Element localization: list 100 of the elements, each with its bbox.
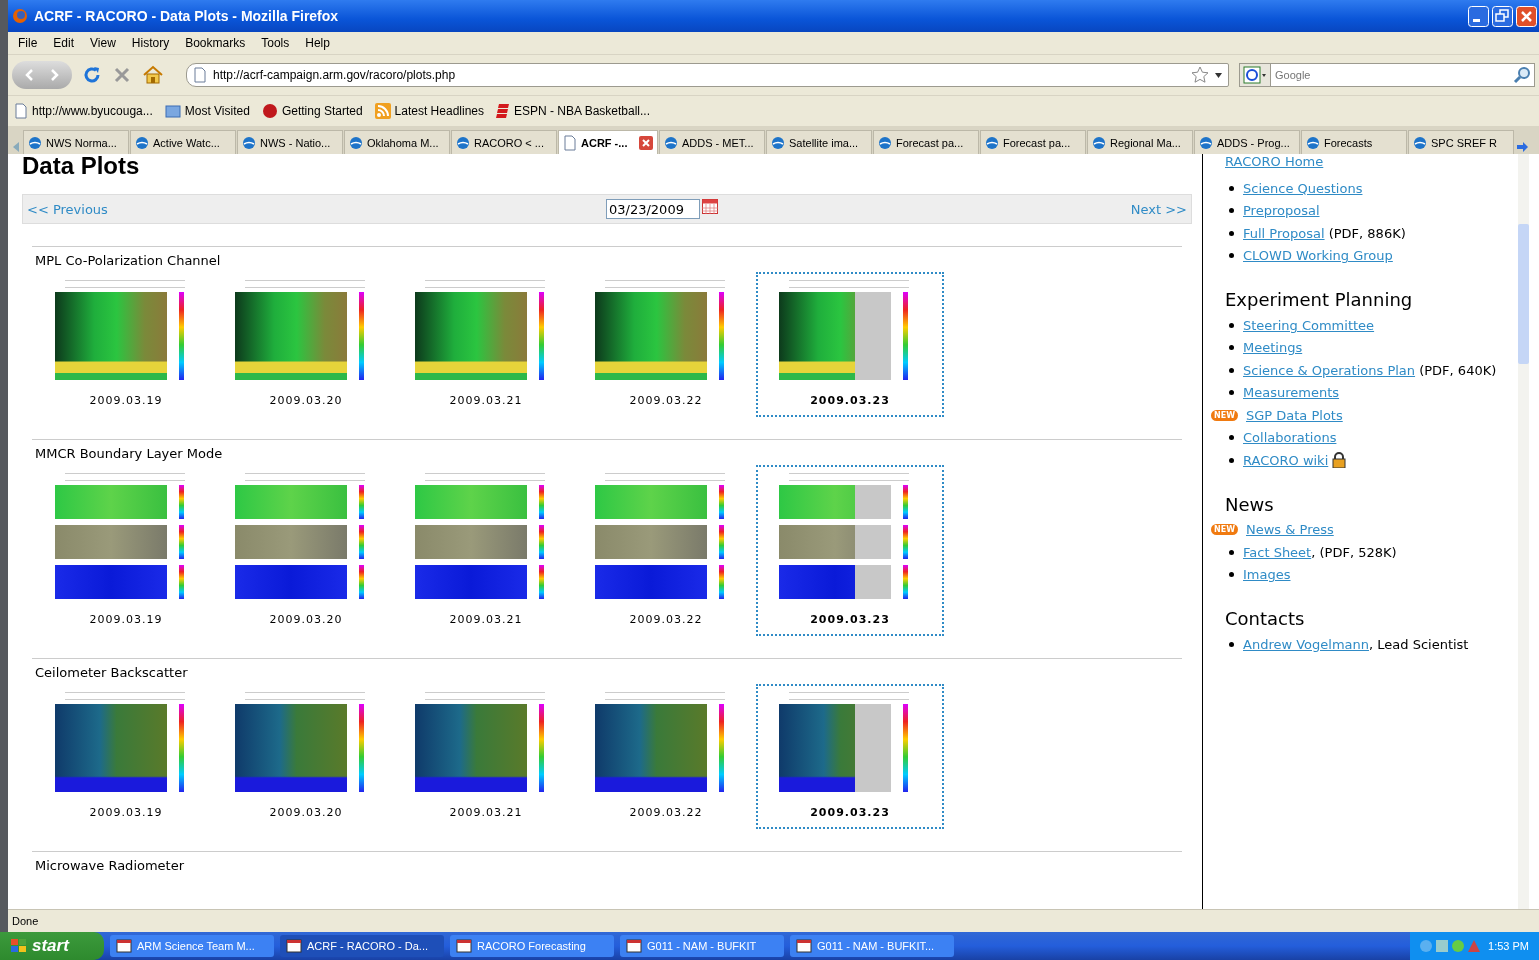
- start-button[interactable]: start: [0, 932, 104, 960]
- sidebar-link[interactable]: Preproposal: [1243, 203, 1320, 219]
- link-note: (PDF, 886K): [1327, 225, 1406, 241]
- browser-logo-icon: [12, 8, 28, 24]
- star-icon[interactable]: [1191, 66, 1209, 84]
- restore-icon[interactable]: [1492, 5, 1513, 27]
- bullet-icon: [1229, 549, 1234, 555]
- date-field[interactable]: 03/23/2009: [606, 199, 700, 219]
- sidebar-link[interactable]: SGP Data Plots: [1246, 407, 1343, 423]
- search-field[interactable]: Google: [1270, 63, 1535, 87]
- calendar-icon[interactable]: [702, 199, 718, 214]
- plot-date: 2009.03.23: [810, 613, 890, 626]
- tab[interactable]: Regional Ma...: [1087, 130, 1193, 154]
- sidebar-link[interactable]: RACORO wiki: [1243, 452, 1329, 468]
- window-icon: [286, 938, 302, 954]
- tab[interactable]: Forecasts: [1301, 130, 1407, 154]
- menu-item[interactable]: Edit: [45, 34, 83, 52]
- section-title: Ceilometer Backscatter: [34, 664, 189, 682]
- plot-date: 2009.03.23: [810, 394, 890, 407]
- tab[interactable]: ADDS - MET...: [659, 130, 765, 154]
- bookmark[interactable]: ESPN - NBA Basketball...: [494, 101, 653, 121]
- menu-item[interactable]: Help: [297, 34, 338, 52]
- plot-date: 2009.03.20: [269, 613, 343, 626]
- menu-item[interactable]: Bookmarks: [177, 34, 254, 52]
- section-title: Microwave Radiometer: [34, 857, 186, 875]
- menu-item[interactable]: View: [82, 34, 124, 52]
- sidebar-link[interactable]: Full Proposal: [1243, 225, 1325, 241]
- bookmark[interactable]: Most Visited: [162, 102, 252, 120]
- menu-item[interactable]: File: [10, 34, 46, 52]
- menu-item[interactable]: Tools: [253, 34, 298, 52]
- clock: 1:53 PM: [1488, 940, 1529, 952]
- close-icon[interactable]: [1516, 5, 1537, 27]
- plot-date: 2009.03.23: [810, 806, 890, 819]
- tab[interactable]: NWS Norma...: [23, 130, 129, 154]
- bookmark[interactable]: http://www.byucouga...: [12, 101, 155, 121]
- tab[interactable]: RACORO < ...: [451, 130, 557, 154]
- window-icon: [626, 938, 642, 954]
- plot-date: 2009.03.21: [449, 394, 523, 407]
- minimize-icon[interactable]: [1468, 5, 1489, 27]
- window-icon: [116, 938, 132, 954]
- taskbar-button[interactable]: ARM Science Team M...: [110, 935, 274, 957]
- taskbar-button[interactable]: ACRF - RACORO - Da...: [280, 935, 444, 957]
- globe-icon: [985, 134, 999, 151]
- sidebar-link[interactable]: News & Press: [1246, 522, 1334, 538]
- globe-icon: [664, 134, 678, 151]
- reload-icon[interactable]: [82, 65, 102, 85]
- sidebar-link[interactable]: Measurements: [1243, 385, 1340, 401]
- address-field[interactable]: http://acrf-campaign.arm.gov/racoro/plots.php: [186, 63, 1229, 87]
- globe-icon: [1092, 134, 1106, 151]
- tray-icons-icon: [1420, 938, 1481, 954]
- window-icon: [456, 938, 472, 954]
- tab[interactable]: Active Watc...: [130, 130, 236, 154]
- close-icon[interactable]: [639, 135, 653, 150]
- bookmark[interactable]: Latest Headlines: [372, 101, 486, 121]
- bookmark[interactable]: Getting Started: [259, 101, 365, 121]
- sidebar-link[interactable]: Andrew Vogelmann: [1243, 636, 1369, 652]
- plot-date: 2009.03.19: [89, 394, 163, 407]
- home-icon[interactable]: [142, 65, 164, 85]
- sidebar-heading: Contacts: [1225, 608, 1306, 629]
- tab[interactable]: ADDS - Prog...: [1194, 130, 1300, 154]
- home-link[interactable]: RACORO Home: [1225, 154, 1518, 169]
- tab[interactable]: Forecast pa...: [980, 130, 1086, 154]
- plot-date: 2009.03.22: [629, 613, 703, 626]
- plot-date: 2009.03.22: [629, 806, 703, 819]
- sidebar-link[interactable]: Meetings: [1243, 340, 1303, 356]
- sidebar-link[interactable]: Collaborations: [1243, 430, 1337, 446]
- sidebar-link[interactable]: Science Questions: [1243, 180, 1363, 196]
- tab[interactable]: SPC SREF R: [1408, 130, 1514, 154]
- scroll-right-icon[interactable]: [1515, 140, 1529, 154]
- sidebar-link[interactable]: Images: [1243, 567, 1291, 583]
- sidebar-link[interactable]: Science & Operations Plan: [1243, 362, 1416, 378]
- plot-date: 2009.03.21: [449, 613, 523, 626]
- tab[interactable]: Oklahoma M...: [344, 130, 450, 154]
- tab[interactable]: ACRF -...: [558, 130, 658, 154]
- taskbar-button[interactable]: RACORO Forecasting: [450, 935, 614, 957]
- page-icon: [193, 67, 207, 83]
- globe-icon: [135, 134, 149, 151]
- tab[interactable]: NWS - Natio...: [237, 130, 343, 154]
- caret-icon[interactable]: [1215, 72, 1222, 78]
- tab[interactable]: Forecast pa...: [873, 130, 979, 154]
- globe-icon: [28, 134, 42, 151]
- taskbar-button[interactable]: G011 - NAM - BUFKIT...: [790, 935, 954, 957]
- sidebar-link[interactable]: Steering Committee: [1243, 317, 1375, 333]
- plot-date: 2009.03.19: [89, 806, 163, 819]
- bullet-icon: [1229, 457, 1234, 463]
- scrollbar[interactable]: [1518, 154, 1529, 909]
- window-title: ACRF - RACORO - Data Plots - Mozilla Firefox: [34, 8, 340, 24]
- tab[interactable]: Satellite ima...: [766, 130, 872, 154]
- bullet-icon: [1229, 572, 1234, 578]
- menu-item[interactable]: History: [123, 34, 178, 52]
- search-icon[interactable]: [1513, 66, 1531, 84]
- link-note: (PDF, 640K): [1418, 362, 1497, 378]
- windows-logo-icon: [10, 938, 28, 954]
- new-badge: NEW: [1211, 524, 1238, 536]
- stripes-icon: [496, 103, 510, 119]
- plot-date: 2009.03.22: [629, 394, 703, 407]
- sidebar-link[interactable]: CLOWD Working Group: [1243, 248, 1393, 264]
- section-title: MPL Co-Polarization Channel: [34, 252, 222, 270]
- page-icon: [14, 103, 28, 119]
- taskbar-button[interactable]: G011 - NAM - BUFKIT: [620, 935, 784, 957]
